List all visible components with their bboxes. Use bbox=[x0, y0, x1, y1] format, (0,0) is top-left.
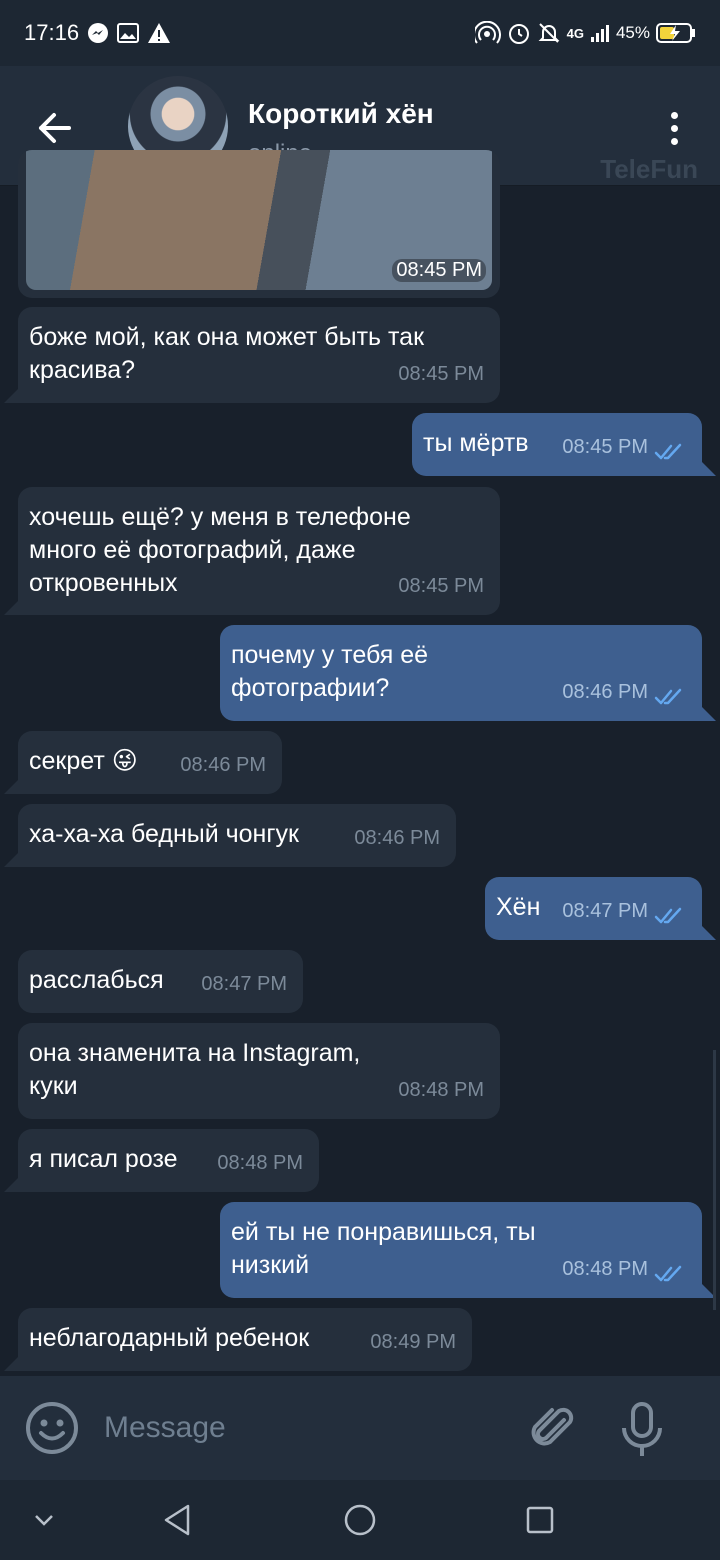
incoming-message[interactable]: боже мой, как она может быть так красива… bbox=[4, 307, 500, 403]
outgoing-message[interactable]: почему у тебя её фотографии? 08:46 PM bbox=[220, 625, 716, 721]
outgoing-message[interactable]: Хён 08:47 PM bbox=[485, 877, 716, 940]
incoming-message[interactable]: ха-ха-ха бедный чонгук 08:46 PM bbox=[4, 804, 456, 867]
alarm-icon bbox=[507, 21, 531, 45]
hotspot-icon bbox=[474, 21, 501, 45]
incoming-message[interactable]: неблагодарный ребенок 08:49 PM bbox=[4, 1308, 472, 1371]
status-left: 17:16 bbox=[24, 20, 171, 46]
microphone-icon bbox=[622, 1402, 662, 1456]
message-text: ха-ха-ха бедный чонгук bbox=[29, 820, 299, 848]
network-type: 4G bbox=[566, 25, 584, 41]
incoming-message[interactable]: она знаменита на Instagram, куки 08:48 P… bbox=[18, 1023, 500, 1119]
battery-charging-icon bbox=[656, 22, 696, 44]
message-text: Хён bbox=[496, 893, 541, 921]
bell-off-icon bbox=[537, 21, 561, 45]
paperclip-icon bbox=[531, 1407, 574, 1446]
chevron-down-icon bbox=[35, 1515, 53, 1526]
messenger-icon bbox=[87, 22, 109, 44]
message-text: расслабься bbox=[29, 966, 164, 994]
scrollbar[interactable] bbox=[713, 1050, 716, 1310]
message-time: 08:45 PM bbox=[562, 436, 648, 458]
read-checks-icon bbox=[654, 907, 682, 924]
triangle-back-icon bbox=[164, 1504, 190, 1536]
read-checks-icon bbox=[654, 443, 682, 460]
warning-icon bbox=[147, 22, 171, 44]
message-text: боже мой, как она может быть так красива… bbox=[29, 323, 425, 384]
message-text: почему у тебя её фотографии? bbox=[231, 641, 429, 702]
message-time: 08:47 PM bbox=[201, 973, 287, 995]
square-recents-icon bbox=[526, 1506, 554, 1534]
message-text: хочешь ещё? у меня в телефоне много её ф… bbox=[29, 503, 411, 597]
back-button[interactable] bbox=[30, 104, 78, 152]
message-time: 08:49 PM bbox=[370, 1331, 456, 1353]
message-time: 08:46 PM bbox=[354, 827, 440, 849]
circle-home-icon bbox=[344, 1504, 376, 1536]
mic-button[interactable] bbox=[614, 1400, 670, 1460]
smile-icon bbox=[26, 1402, 78, 1454]
system-nav-bar bbox=[0, 1480, 720, 1560]
message-time: 08:46 PM bbox=[562, 681, 648, 703]
watermark: TeleFun bbox=[600, 154, 698, 184]
read-checks-icon bbox=[654, 1265, 682, 1282]
battery-percent: 45% bbox=[615, 23, 650, 42]
message-time: 08:46 PM bbox=[180, 754, 266, 776]
nav-home-button[interactable] bbox=[338, 1498, 382, 1542]
photo-message[interactable]: 08:45 PM bbox=[18, 150, 500, 298]
read-checks-icon bbox=[654, 688, 682, 705]
message-input-bar bbox=[0, 1376, 720, 1480]
message-text: я писал розе bbox=[29, 1145, 178, 1173]
message-text: секрет 😜 bbox=[29, 747, 138, 775]
status-right: 4G 45% bbox=[474, 21, 696, 45]
incoming-message[interactable]: расслабься 08:47 PM bbox=[18, 950, 303, 1013]
incoming-message[interactable]: хочешь ещё? у меня в телефоне много её ф… bbox=[4, 487, 500, 615]
message-time: 08:45 PM bbox=[392, 259, 486, 282]
outgoing-message[interactable]: ей ты не понравишься, ты низкий 08:48 PM bbox=[220, 1202, 716, 1298]
message-text: она знаменита на Instagram, куки bbox=[29, 1039, 361, 1100]
signal-icon bbox=[590, 23, 610, 43]
message-time: 08:48 PM bbox=[217, 1152, 303, 1174]
message-time: 08:45 PM bbox=[398, 363, 484, 385]
message-text: ты мёртв bbox=[423, 429, 529, 457]
message-time: 08:48 PM bbox=[398, 1079, 484, 1101]
incoming-message[interactable]: секрет 😜 08:46 PM bbox=[4, 731, 282, 794]
status-bar: 17:16 4G 45% bbox=[0, 0, 720, 66]
nav-back-button[interactable] bbox=[156, 1498, 200, 1542]
message-time: 08:45 PM bbox=[398, 575, 484, 597]
message-time: 08:48 PM bbox=[562, 1258, 648, 1280]
nav-hide-keyboard-button[interactable] bbox=[22, 1498, 66, 1542]
nav-recents-button[interactable] bbox=[518, 1498, 562, 1542]
message-text: неблагодарный ребенок bbox=[29, 1324, 310, 1352]
chat-title[interactable]: Короткий хён bbox=[248, 98, 434, 130]
status-time: 17:16 bbox=[24, 20, 80, 45]
message-time: 08:47 PM bbox=[562, 900, 648, 922]
arrow-left-icon bbox=[39, 113, 71, 143]
outgoing-message[interactable]: ты мёртв 08:45 PM bbox=[412, 413, 716, 476]
gallery-icon bbox=[117, 23, 140, 43]
incoming-message[interactable]: я писал розе 08:48 PM bbox=[4, 1129, 319, 1192]
attach-button[interactable] bbox=[524, 1400, 580, 1456]
emoji-button[interactable] bbox=[24, 1400, 80, 1456]
more-vertical-icon[interactable] bbox=[654, 106, 694, 150]
message-input[interactable] bbox=[104, 1406, 504, 1450]
message-text: ей ты не понравишься, ты низкий bbox=[231, 1218, 536, 1279]
